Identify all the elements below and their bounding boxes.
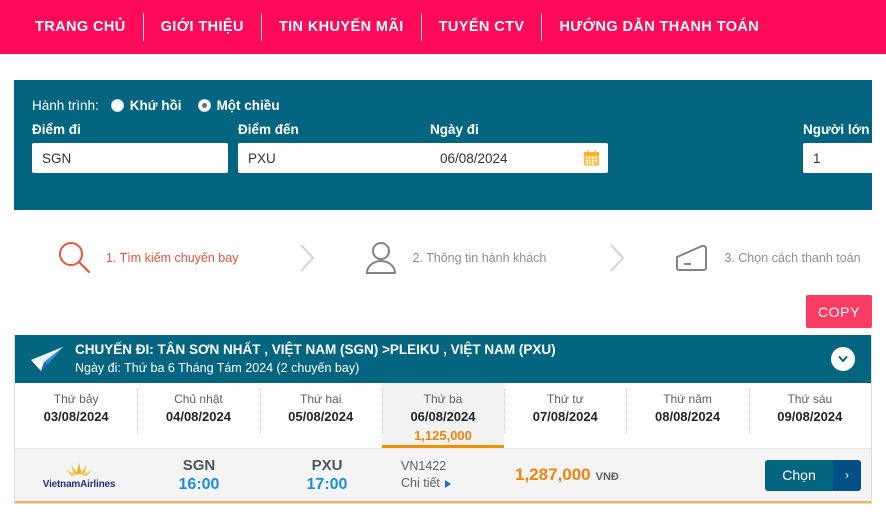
field-adults: Người lớn 1	[803, 122, 886, 173]
chevron-right-icon	[606, 241, 628, 275]
date-tab[interactable]: Thứ năm 08/08/2024	[626, 383, 748, 448]
departure-date-value: 06/08/2024	[440, 151, 508, 166]
date-tab-day: Chủ nhật	[137, 391, 259, 408]
nav-divider	[143, 13, 144, 41]
step-payment-method[interactable]: 3. Chọn cách thanh toán	[672, 237, 860, 279]
date-tab-date: 06/08/2024	[382, 408, 504, 426]
departure-date-input[interactable]: 06/08/2024	[430, 143, 608, 173]
radio-round-trip-indicator[interactable]	[111, 99, 124, 112]
select-flight-button[interactable]: Chọn ›	[765, 460, 861, 491]
trip-subtitle: Ngày đi: Thứ ba 6 Tháng Tám 2024 (2 chuy…	[75, 360, 556, 376]
destination-label: Điểm đến	[238, 122, 434, 137]
adults-label: Người lớn	[803, 122, 886, 137]
radio-one-way-indicator[interactable]	[198, 99, 211, 112]
date-tab-selected[interactable]: Thứ ba 06/08/2024 1,125,000	[382, 383, 504, 448]
date-tab-price: 1,125,000	[382, 427, 504, 445]
nav-item-payment-guide[interactable]: HƯỚNG DẪN THANH TOÁN	[542, 13, 776, 41]
flight-results-card: CHUYẾN ĐI: TÂN SƠN NHẤT , VIỆT NAM (SGN)…	[14, 335, 872, 504]
airline-name: VietnamAirlines	[43, 479, 115, 490]
main-navigation: TRANG CHỦ GIỚI THIỆU TIN KHUYẾN MÃI TUYỂ…	[0, 0, 886, 54]
step-search-flight[interactable]: 1. Tìm kiếm chuyến bay	[54, 237, 238, 279]
date-tab-day: Thứ sáu	[749, 391, 871, 408]
origin-input[interactable]: SGN	[32, 143, 228, 173]
flight-detail-cell: VN1422 Chi tiết	[391, 458, 509, 492]
airline-cell: VietnamAirlines	[23, 460, 135, 490]
nav-item-about[interactable]: GIỚI THIỆU	[144, 13, 261, 41]
price-cell: 1,287,000 VNĐ	[509, 465, 765, 485]
select-flight-label: Chọn	[765, 460, 833, 491]
radio-round-trip-label: Khứ hồi	[130, 98, 182, 113]
step-passenger-info[interactable]: 2. Thông tin hành khách	[360, 237, 546, 279]
departure-date-label: Ngày đi	[430, 122, 608, 137]
lotus-icon	[62, 460, 96, 478]
radio-one-way-label: Một chiều	[217, 98, 280, 113]
nav-divider	[421, 13, 422, 41]
flight-price: 1,287,000	[515, 465, 591, 485]
date-tab[interactable]: Thứ hai 05/08/2024	[260, 383, 382, 448]
date-tab[interactable]: Thứ tư 07/08/2024	[504, 383, 626, 448]
search-fields-row: Điểm đi SGN Điểm đến PXU Ngày đi 06/08/2…	[32, 122, 854, 192]
field-destination: Điểm đến PXU	[238, 122, 434, 173]
date-tab-date: 03/08/2024	[15, 408, 137, 426]
date-tab[interactable]: Thứ sáu 09/08/2024	[749, 383, 871, 448]
date-tab-date: 07/08/2024	[504, 408, 626, 426]
destination-cell: PXU 17:00	[263, 456, 391, 495]
search-icon	[54, 237, 96, 279]
credit-card-icon	[672, 237, 714, 279]
destination-input[interactable]: PXU	[238, 143, 434, 173]
date-tab-date: 05/08/2024	[260, 408, 382, 426]
trip-header: CHUYẾN ĐI: TÂN SƠN NHẤT , VIỆT NAM (SGN)…	[15, 335, 871, 383]
chevron-right-icon: ›	[833, 460, 861, 491]
date-tab-day: Thứ năm	[626, 391, 748, 408]
step-payment-method-label: 3. Chọn cách thanh toán	[724, 251, 860, 265]
paper-plane-icon	[27, 344, 67, 374]
date-tab-date: 09/08/2024	[749, 408, 871, 426]
date-tab-day: Thứ bảy	[15, 391, 137, 408]
radio-round-trip[interactable]: Khứ hồi	[111, 98, 182, 113]
destination-code: PXU	[263, 456, 391, 475]
trip-header-text: CHUYẾN ĐI: TÂN SƠN NHẤT , VIỆT NAM (SGN)…	[75, 342, 556, 376]
date-tab-day: Thứ tư	[504, 391, 626, 408]
date-tab-date: 08/08/2024	[626, 408, 748, 426]
chevron-right-icon	[296, 241, 318, 275]
nav-item-home[interactable]: TRANG CHỦ	[18, 13, 143, 41]
copy-button[interactable]: COPY	[806, 295, 872, 328]
collapse-trip-button[interactable]	[831, 347, 855, 371]
origin-code: SGN	[135, 456, 263, 475]
nav-item-recruit-ctv[interactable]: TUYỂN CTV	[422, 13, 542, 41]
flight-currency: VNĐ	[596, 471, 619, 483]
date-tab-day: Thứ hai	[260, 391, 382, 408]
triangle-right-icon	[445, 480, 451, 488]
date-tab[interactable]: Thứ bảy 03/08/2024	[15, 383, 137, 448]
origin-label: Điểm đi	[32, 122, 228, 137]
adults-input[interactable]: 1	[803, 143, 886, 173]
radio-one-way[interactable]: Một chiều	[198, 98, 280, 113]
field-departure-date: Ngày đi 06/08/2024	[430, 122, 608, 173]
step-passenger-info-label: 2. Thông tin hành khách	[412, 251, 546, 265]
person-icon	[360, 237, 402, 279]
flight-detail-link[interactable]: Chi tiết	[401, 475, 509, 492]
origin-time: 16:00	[135, 475, 263, 495]
date-tab-date: 04/08/2024	[137, 408, 259, 426]
step-search-flight-label: 1. Tìm kiếm chuyến bay	[106, 251, 238, 265]
nav-divider	[261, 13, 262, 41]
flight-detail-label: Chi tiết	[401, 475, 440, 492]
journey-type-row: Hành trình: Khứ hồi Một chiều	[32, 94, 854, 116]
calendar-icon[interactable]	[583, 150, 600, 167]
flight-result-row[interactable]: VietnamAirlines SGN 16:00 PXU 17:00 VN14…	[15, 449, 871, 503]
flight-number: VN1422	[401, 458, 509, 475]
journey-type-label: Hành trình:	[32, 98, 99, 113]
chevron-down-icon	[837, 353, 849, 365]
booking-stepper: 1. Tìm kiếm chuyến bay 2. Thông tin hành…	[14, 222, 872, 294]
nav-divider	[541, 13, 542, 41]
date-tabs: Thứ bảy 03/08/2024 Chủ nhật 04/08/2024 T…	[15, 383, 871, 449]
destination-time: 17:00	[263, 475, 391, 495]
field-origin: Điểm đi SGN	[32, 122, 228, 173]
flight-search-panel: Hành trình: Khứ hồi Một chiều Điểm đi SG…	[14, 80, 872, 210]
date-tab-day: Thứ ba	[382, 391, 504, 408]
trip-title: CHUYẾN ĐI: TÂN SƠN NHẤT , VIỆT NAM (SGN)…	[75, 342, 556, 358]
nav-item-promotions[interactable]: TIN KHUYẾN MÃI	[262, 13, 421, 41]
date-tab[interactable]: Chủ nhật 04/08/2024	[137, 383, 259, 448]
origin-cell: SGN 16:00	[135, 456, 263, 495]
